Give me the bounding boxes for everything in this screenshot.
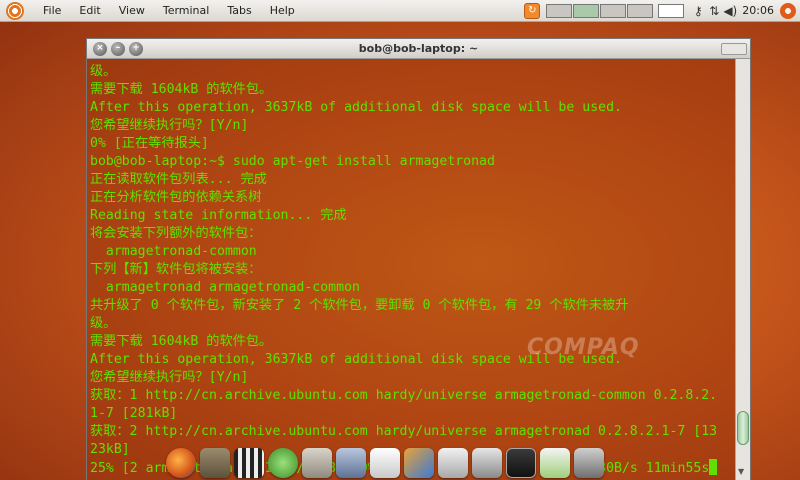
video-editor-icon[interactable] (234, 448, 264, 478)
terminal-line: 正在分析软件包的依赖关系树 (90, 190, 262, 205)
maximize-icon[interactable]: + (129, 41, 143, 56)
music-icon[interactable] (268, 448, 298, 478)
image-viewer-icon[interactable] (404, 448, 434, 478)
terminal-line: 获取：1 http://cn.archive.ubuntu.com hardy/… (90, 388, 718, 403)
update-notifier-icon[interactable]: ↻ (524, 2, 541, 19)
text-editor-icon[interactable] (540, 448, 570, 478)
menu-edit[interactable]: Edit (70, 0, 109, 22)
graphics-icon[interactable] (472, 448, 502, 478)
terminal-line: 将会安装下列额外的软件包： (90, 226, 262, 241)
terminal-line: 级。 (90, 316, 117, 331)
terminal-line: armagetronad armagetronad-common (90, 280, 360, 295)
gimp-icon[interactable] (200, 448, 230, 478)
menu-terminal[interactable]: Terminal (154, 0, 219, 22)
workspace-3[interactable] (600, 3, 627, 18)
network-icon[interactable] (574, 448, 604, 478)
file-manager-icon[interactable] (302, 448, 332, 478)
terminal-window: × – + bob@bob-laptop: ~ 级。 需要下载 1604kB 的… (86, 38, 751, 480)
menu-view[interactable]: View (110, 0, 154, 22)
workspace-2[interactable] (573, 3, 600, 18)
terminal-line: 需要下载 1604kB 的软件包。 (90, 82, 273, 97)
terminal-line: bob@bob-laptop:~$ sudo apt-get install a… (90, 154, 495, 169)
terminal-line: 正在读取软件包列表... 完成 (90, 172, 267, 187)
document-icon[interactable] (370, 448, 400, 478)
show-desktop-button[interactable] (658, 3, 685, 18)
logout-icon[interactable] (780, 2, 796, 19)
clock[interactable]: 20:06 (738, 4, 780, 17)
scroll-thumb[interactable] (737, 411, 749, 445)
terminal-line: 0% [正在等待报头] (90, 136, 209, 151)
scroll-down-icon[interactable]: ▼ (738, 467, 744, 476)
window-title: bob@bob-laptop: ~ (358, 42, 479, 55)
terminal-line: Reading state information... 完成 (90, 208, 347, 223)
terminal-icon[interactable] (506, 448, 536, 478)
volume-icon[interactable]: ◀) (722, 4, 738, 18)
menu-tabs[interactable]: Tabs (218, 0, 260, 22)
terminal-line: 1-7 [281kB] (90, 406, 178, 421)
dock (160, 436, 650, 480)
compaq-watermark: COMPAQ (527, 335, 640, 360)
terminal-line: 共升级了 0 个软件包，新安装了 2 个软件包，要卸载 0 个软件包，有 29 … (90, 298, 629, 313)
presentation-icon[interactable] (438, 448, 468, 478)
resize-grip[interactable] (721, 43, 747, 55)
title-bar[interactable]: × – + bob@bob-laptop: ~ (87, 39, 750, 59)
close-icon[interactable]: × (93, 41, 107, 56)
ubuntu-logo-icon[interactable] (6, 1, 24, 20)
terminal-line: 您希望继续执行吗？[Y/n] (90, 370, 249, 385)
panel-tray: ↻ ⚷ ⇅ ◀) 20:06 (524, 0, 800, 22)
archive-icon[interactable] (336, 448, 366, 478)
terminal-scrollbar[interactable]: ▼ (735, 59, 750, 480)
power-icon[interactable]: ⚷ (690, 4, 706, 18)
terminal-cursor (709, 459, 718, 475)
menu-help[interactable]: Help (261, 0, 304, 22)
terminal-line: 下列【新】软件包将被安装： (90, 262, 262, 277)
workspace-1[interactable] (546, 3, 573, 18)
terminal-line: armagetronad-common (90, 244, 257, 259)
terminal-line: After this operation, 3637kB of addition… (90, 100, 622, 115)
network-icon[interactable]: ⇅ (706, 4, 722, 18)
firefox-icon[interactable] (166, 448, 196, 478)
top-panel: File Edit View Terminal Tabs Help ↻ ⚷ ⇅ … (0, 0, 800, 22)
workspace-4[interactable] (627, 3, 654, 18)
terminal-output[interactable]: 级。 需要下载 1604kB 的软件包。 After this operatio… (87, 59, 735, 480)
menu-file[interactable]: File (34, 0, 70, 22)
minimize-icon[interactable]: – (111, 41, 125, 56)
terminal-line: 级。 (90, 64, 117, 79)
terminal-line: 您希望继续执行吗？[Y/n] (90, 118, 249, 133)
